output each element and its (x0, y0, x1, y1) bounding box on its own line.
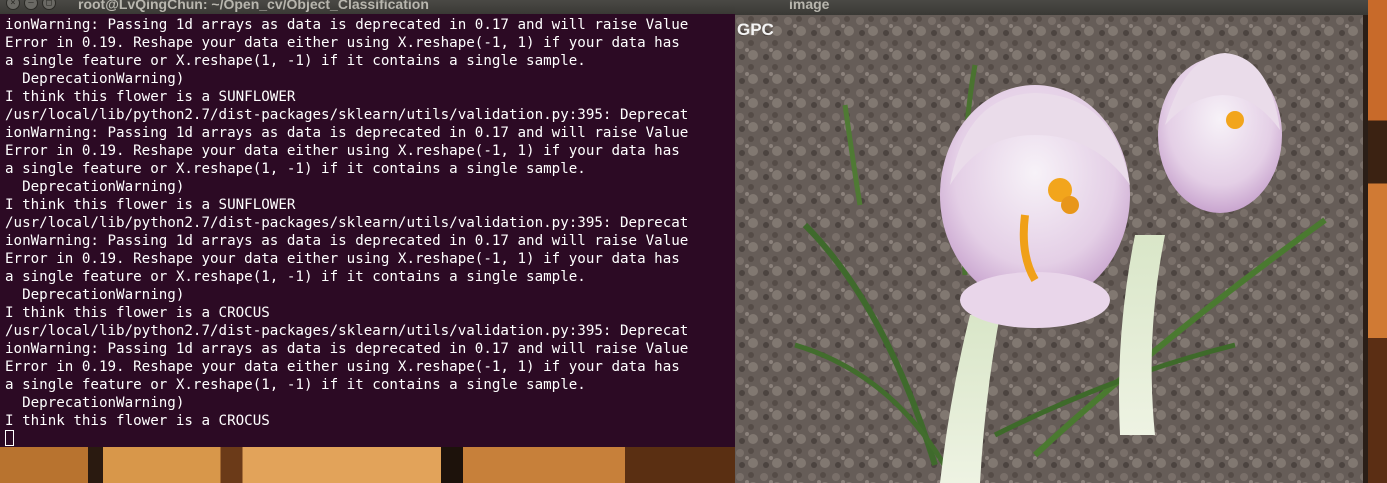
terminal-line: DeprecationWarning) (5, 395, 185, 411)
terminal-output[interactable]: ionWarning: Passing 1d arrays as data is… (5, 16, 733, 446)
terminal-line: DeprecationWarning) (5, 179, 185, 195)
terminal-line: Error in 0.19. Reshape your data either … (5, 35, 680, 51)
maximize-icon[interactable]: □ (42, 0, 56, 10)
terminal-line: a single feature or X.reshape(1, -1) if … (5, 269, 586, 285)
terminal-line: a single feature or X.reshape(1, -1) if … (5, 377, 586, 393)
terminal-titlebar[interactable]: × – □ root@LvQingChun: ~/Open_cv/Object_… (0, 0, 735, 14)
image-titlebar[interactable]: image (735, 0, 1368, 15)
close-icon[interactable]: × (6, 0, 20, 10)
terminal-line: ionWarning: Passing 1d arrays as data is… (5, 125, 689, 141)
terminal-cursor (5, 430, 14, 446)
terminal-line: Error in 0.19. Reshape your data either … (5, 251, 680, 267)
minimize-icon[interactable]: – (24, 0, 38, 10)
crocus-flower-photo (735, 15, 1368, 483)
desktop-wallpaper-edge (1368, 0, 1387, 483)
terminal-line: ionWarning: Passing 1d arrays as data is… (5, 233, 689, 249)
terminal-line: DeprecationWarning) (5, 287, 185, 303)
image-window[interactable]: image GPC (735, 0, 1368, 483)
terminal-line: a single feature or X.reshape(1, -1) if … (5, 161, 586, 177)
terminal-line: I think this flower is a SUNFLOWER (5, 197, 296, 213)
overlay-label: GPC (737, 20, 774, 39)
terminal-line: ionWarning: Passing 1d arrays as data is… (5, 341, 689, 357)
terminal-line: Error in 0.19. Reshape your data either … (5, 359, 680, 375)
terminal-line: I think this flower is a SUNFLOWER (5, 89, 296, 105)
terminal-line: DeprecationWarning) (5, 71, 185, 87)
terminal-line: ionWarning: Passing 1d arrays as data is… (5, 17, 689, 33)
terminal-line: I think this flower is a CROCUS (5, 413, 270, 429)
terminal-line: /usr/local/lib/python2.7/dist-packages/s… (5, 215, 689, 231)
image-window-title: image (789, 0, 830, 12)
terminal-line: I think this flower is a CROCUS (5, 305, 270, 321)
terminal-line: Error in 0.19. Reshape your data either … (5, 143, 680, 159)
terminal-window[interactable]: × – □ root@LvQingChun: ~/Open_cv/Object_… (0, 0, 735, 447)
terminal-line: a single feature or X.reshape(1, -1) if … (5, 53, 586, 69)
terminal-line: /usr/local/lib/python2.7/dist-packages/s… (5, 323, 689, 339)
window-title: root@LvQingChun: ~/Open_cv/Object_Classi… (78, 0, 429, 12)
terminal-line: /usr/local/lib/python2.7/dist-packages/s… (5, 107, 689, 123)
desktop-wallpaper (0, 447, 735, 483)
